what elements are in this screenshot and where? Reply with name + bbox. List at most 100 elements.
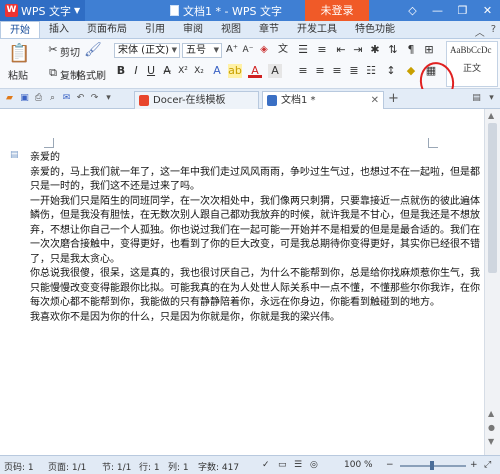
tab-page-layout[interactable]: 页面布局 — [78, 21, 136, 38]
tab-review[interactable]: 审阅 — [174, 21, 212, 38]
chevron-down-icon[interactable]: ▾ — [103, 93, 114, 104]
zoom-out-icon[interactable]: − — [386, 460, 394, 470]
format-painter-button[interactable]: 格式刷 — [76, 67, 106, 82]
cut-button[interactable]: 剪切 — [60, 44, 80, 59]
chevron-up-icon[interactable]: ︿ — [475, 24, 485, 39]
highlight-icon[interactable]: ab — [228, 64, 242, 78]
spellcheck-icon[interactable]: ✓ — [262, 460, 270, 470]
maximize-button[interactable]: ❐ — [450, 0, 475, 21]
format-painter-icon[interactable]: 🖌 — [84, 43, 102, 61]
paragraph: 亲爱的，马上我们就一年了，这一年中我们走过风风雨雨，争吵过生气过，也想过不在一起… — [30, 166, 480, 193]
clear-format-icon[interactable]: ◈ — [257, 43, 271, 57]
view-page-icon[interactable]: ▭ — [278, 460, 287, 470]
close-tab-icon[interactable]: ✕ — [371, 92, 379, 109]
menu-right-icons: ︿ ? — [475, 24, 496, 39]
shading-icon[interactable]: ◆ — [404, 64, 418, 78]
shrink-font-icon[interactable]: A⁻ — [241, 43, 255, 57]
indent-icon[interactable]: ⇥ — [351, 43, 365, 57]
paragraph: 一开始我们只是陌生的同班同学，在一次次相处中，我们像两只刺猬，只要靠接近一点就伤… — [30, 195, 480, 265]
print-icon[interactable]: ⎙ — [33, 93, 44, 104]
margin-corner-top-right — [428, 138, 438, 148]
pinyin-icon[interactable]: 文 — [276, 43, 290, 57]
zoom-in-icon[interactable]: + — [470, 460, 478, 470]
view-web-icon[interactable]: ◎ — [310, 460, 318, 470]
tab-features[interactable]: 特色功能 — [346, 21, 404, 38]
font-size-value: 五号 — [186, 45, 206, 56]
chinese-layout-icon[interactable]: ✱ — [368, 43, 382, 57]
undo-icon[interactable]: ↶ — [75, 93, 86, 104]
tab-label: 文档1 * — [281, 95, 316, 106]
tab-section[interactable]: 章节 — [250, 21, 288, 38]
save-icon[interactable]: ▣ — [19, 93, 30, 104]
document-body[interactable]: 亲爱的 亲爱的，马上我们就一年了，这一年中我们走过风风雨雨，争吵过生气过，也想过… — [30, 151, 480, 325]
line-spacing-icon[interactable]: ↕ — [384, 64, 398, 78]
bold-icon[interactable]: B — [114, 64, 128, 78]
app-menu-button[interactable]: W WPS 文字 ▼ — [0, 0, 86, 21]
text-effect-icon[interactable]: A — [210, 64, 224, 78]
status-page-number: 页码: 1 — [4, 463, 34, 473]
paragraph: 亲爱的 — [30, 152, 60, 163]
vertical-scrollbar[interactable]: ▲ ▲ ● ▼ — [484, 109, 500, 455]
paste-label[interactable]: 粘贴 — [8, 67, 28, 82]
tab-developer[interactable]: 开发工具 — [288, 21, 346, 38]
tab-docer-templates[interactable]: Docer-在线模板 — [134, 91, 259, 109]
bullet-list-icon[interactable]: ☰ — [296, 43, 310, 57]
char-shading-icon[interactable]: A — [268, 64, 282, 78]
tab-document1[interactable]: 文档1 * ✕ — [262, 91, 384, 109]
minimize-button[interactable]: — — [425, 0, 450, 21]
superscript-icon[interactable]: X² — [176, 64, 190, 78]
copy-icon[interactable]: ⧉ — [46, 66, 60, 80]
grow-font-icon[interactable]: A⁺ — [225, 43, 239, 57]
email-icon[interactable]: ✉ — [61, 93, 72, 104]
status-column: 列: 1 — [168, 463, 189, 473]
redo-icon[interactable]: ↷ — [89, 93, 100, 104]
numbered-list-icon[interactable]: ≡ — [315, 43, 329, 57]
paragraph: 我喜欢你不是因为你的什么，只是因为你就是你，你就是我的梁兴伟。 — [30, 311, 340, 323]
italic-icon[interactable]: I — [129, 64, 143, 78]
zoom-slider-handle[interactable] — [430, 461, 434, 470]
select-browse-icon[interactable]: ● — [488, 423, 495, 432]
tab-home[interactable]: 开始 — [0, 21, 40, 38]
skin-icon[interactable]: ◇ — [400, 0, 425, 21]
sort-icon[interactable]: ⇅ — [386, 43, 400, 57]
help-icon[interactable]: ? — [491, 24, 496, 39]
tab-view[interactable]: 视图 — [212, 21, 250, 38]
prev-page-icon[interactable]: ▲ — [488, 409, 494, 418]
underline-icon[interactable]: U — [144, 64, 158, 78]
chevron-down-icon[interactable]: ▾ — [486, 93, 497, 104]
login-button[interactable]: 未登录 — [305, 0, 369, 21]
document-tab-bar: ▰ ▣ ⎙ ⌕ ✉ ↶ ↷ ▾ Docer-在线模板 文档1 * ✕ ▤ ▾ — [0, 89, 500, 109]
app-name: WPS 文字 — [21, 4, 71, 18]
view-outline-icon[interactable]: ☰ — [294, 460, 302, 470]
strikethrough-icon[interactable]: A̶ — [160, 64, 174, 78]
justify-icon[interactable]: ≣ — [347, 64, 361, 78]
margin-corner-top-left — [44, 138, 54, 148]
print-preview-icon[interactable]: ⌕ — [47, 93, 58, 104]
status-word-count[interactable]: 字数: 417 — [198, 460, 239, 473]
new-tab-button[interactable]: + — [388, 91, 399, 106]
subscript-icon[interactable]: X₂ — [192, 64, 206, 78]
next-page-icon[interactable]: ▼ — [488, 437, 494, 446]
paste-icon[interactable]: 📋 — [8, 43, 30, 65]
zoom-level[interactable]: 100 % — [344, 460, 373, 470]
tab-menu-icon[interactable]: ▤ — [471, 93, 482, 104]
tab-references[interactable]: 引用 — [136, 21, 174, 38]
align-center-icon[interactable]: ≡ — [313, 64, 327, 78]
font-color-icon[interactable]: A — [248, 64, 262, 78]
font-family-select[interactable]: 宋体 (正文) ▼ — [114, 43, 180, 58]
tab-insert[interactable]: 插入 — [40, 21, 78, 38]
table-icon[interactable]: ⊞ — [422, 43, 436, 57]
align-left-icon[interactable]: ≡ — [296, 64, 310, 78]
title-bar: W WPS 文字 ▼ 文档1 * - WPS 文字 未登录 ◇ — ❐ ✕ — [0, 0, 500, 21]
show-marks-icon[interactable]: ¶ — [404, 43, 418, 57]
scroll-up-icon[interactable]: ▲ — [488, 111, 494, 120]
close-button[interactable]: ✕ — [475, 0, 500, 21]
scissors-icon[interactable]: ✂ — [46, 43, 60, 57]
font-size-select[interactable]: 五号 ▼ — [182, 43, 222, 58]
align-right-icon[interactable]: ≡ — [330, 64, 344, 78]
folder-icon[interactable]: ▰ — [4, 93, 15, 104]
fit-window-icon[interactable]: ⤢ — [484, 460, 491, 470]
distribute-icon[interactable]: ☷ — [364, 64, 378, 78]
outdent-icon[interactable]: ⇤ — [334, 43, 348, 57]
scrollbar-thumb[interactable] — [488, 123, 497, 273]
